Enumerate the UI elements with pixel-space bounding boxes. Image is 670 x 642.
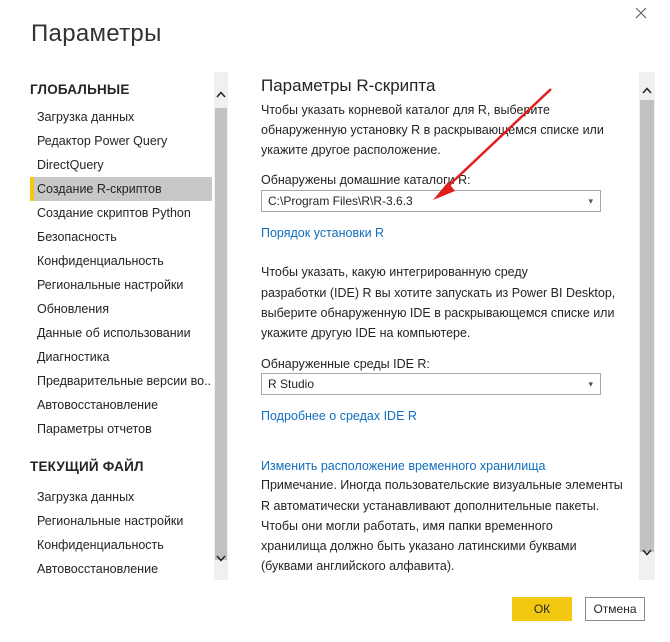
r-home-dir-value: C:\Program Files\R\R-3.6.3 [268,194,413,208]
nav-item-autorecovery[interactable]: Автовосстановление [30,393,212,417]
nav-item-updates[interactable]: Обновления [30,297,212,321]
options-dialog: Параметры ГЛОБАЛЬНЫЕ Загрузка данных Ред… [0,0,670,642]
nav-item-power-query[interactable]: Редактор Power Query [30,129,212,153]
nav-item-directquery[interactable]: DirectQuery [30,153,212,177]
nav-scroll-up-button[interactable] [214,86,228,102]
nav-item-security[interactable]: Безопасность [30,225,212,249]
intro-text-line: Чтобы указать корневой каталог для R, вы… [261,103,550,117]
nav-item-file-regional[interactable]: Региональные настройки [30,509,212,533]
r-home-dirs-label: Обнаружены домашние каталоги R: [261,173,471,187]
ok-button[interactable]: ОК [512,597,572,621]
nav-item-file-autorecovery[interactable]: Автовосстановление [30,557,212,580]
chevron-down-icon: ▾ [588,196,593,206]
close-button[interactable] [626,2,656,28]
chevron-down-icon [216,549,226,567]
note-line: хранилища должно быть указано латинскими… [261,539,577,553]
close-icon [635,6,647,24]
chevron-down-icon [642,543,652,561]
chevron-down-icon: ▾ [588,379,593,389]
settings-nav: ГЛОБАЛЬНЫЕ Загрузка данных Редактор Powe… [30,72,214,580]
current-file-section-header: ТЕКУЩИЙ ФАЙЛ [30,459,144,474]
note-line: (буквами английского алфавита). [261,559,455,573]
content-scroll-up-button[interactable] [639,82,655,98]
temp-storage-link[interactable]: Изменить расположение временного хранили… [261,459,545,473]
ide-intro-line: укажите другую IDE на компьютере. [261,326,471,340]
intro-text-line: укажите другое расположение. [261,143,441,157]
content-scrollbar[interactable] [639,72,655,580]
nav-item-data-load[interactable]: Загрузка данных [30,105,212,129]
nav-item-regional[interactable]: Региональные настройки [30,273,212,297]
ide-dropdown[interactable]: R Studio ▾ [261,373,601,395]
nav-scroll-thumb[interactable] [215,108,227,560]
nav-item-privacy[interactable]: Конфиденциальность [30,249,212,273]
ide-more-link[interactable]: Подробнее о средах IDE R [261,409,417,423]
dialog-title: Параметры [31,20,162,47]
intro-text-line: обнаруженную установку R в раскрывающемс… [261,123,604,137]
nav-item-preview-features[interactable]: Предварительные версии во... [30,369,212,393]
r-home-dir-dropdown[interactable]: C:\Program Files\R\R-3.6.3 ▾ [261,190,601,212]
note-line: R автоматически устанавливают дополнител… [261,499,600,513]
nav-item-r-scripting[interactable]: Создание R-скриптов [30,177,212,201]
note-line: Чтобы они могли работать, имя папки врем… [261,519,553,533]
ide-intro-line: Чтобы указать, какую интегрированную сре… [261,265,528,279]
nav-item-report-settings[interactable]: Параметры отчетов [30,417,212,441]
ide-value: R Studio [268,377,315,391]
nav-item-file-privacy[interactable]: Конфиденциальность [30,533,212,557]
nav-item-file-data-load[interactable]: Загрузка данных [30,485,212,509]
pane-title: Параметры R-скрипта [261,76,436,95]
content-scroll-down-button[interactable] [639,544,655,560]
cancel-button[interactable]: Отмена [585,597,645,621]
nav-item-diagnostics[interactable]: Диагностика [30,345,212,369]
note-line: Примечание. Иногда пользовательские визу… [261,478,623,492]
chevron-up-icon [216,85,226,103]
global-section-header: ГЛОБАЛЬНЫЕ [30,82,130,97]
nav-item-python-scripting[interactable]: Создание скриптов Python [30,201,212,225]
nav-scroll-down-button[interactable] [214,550,228,566]
nav-item-usage-data[interactable]: Данные об использовании [30,321,212,345]
ide-intro-line: разработки (IDE) R вы хотите запускать и… [261,286,616,300]
ide-label: Обнаруженные среды IDE R: [261,357,430,371]
ide-intro-line: выберите обнаруженную IDE в раскрывающем… [261,306,615,320]
r-install-order-link[interactable]: Порядок установки R [261,226,384,240]
nav-scrollbar[interactable] [214,72,228,580]
content-scroll-thumb[interactable] [640,100,654,552]
chevron-up-icon [642,81,652,99]
